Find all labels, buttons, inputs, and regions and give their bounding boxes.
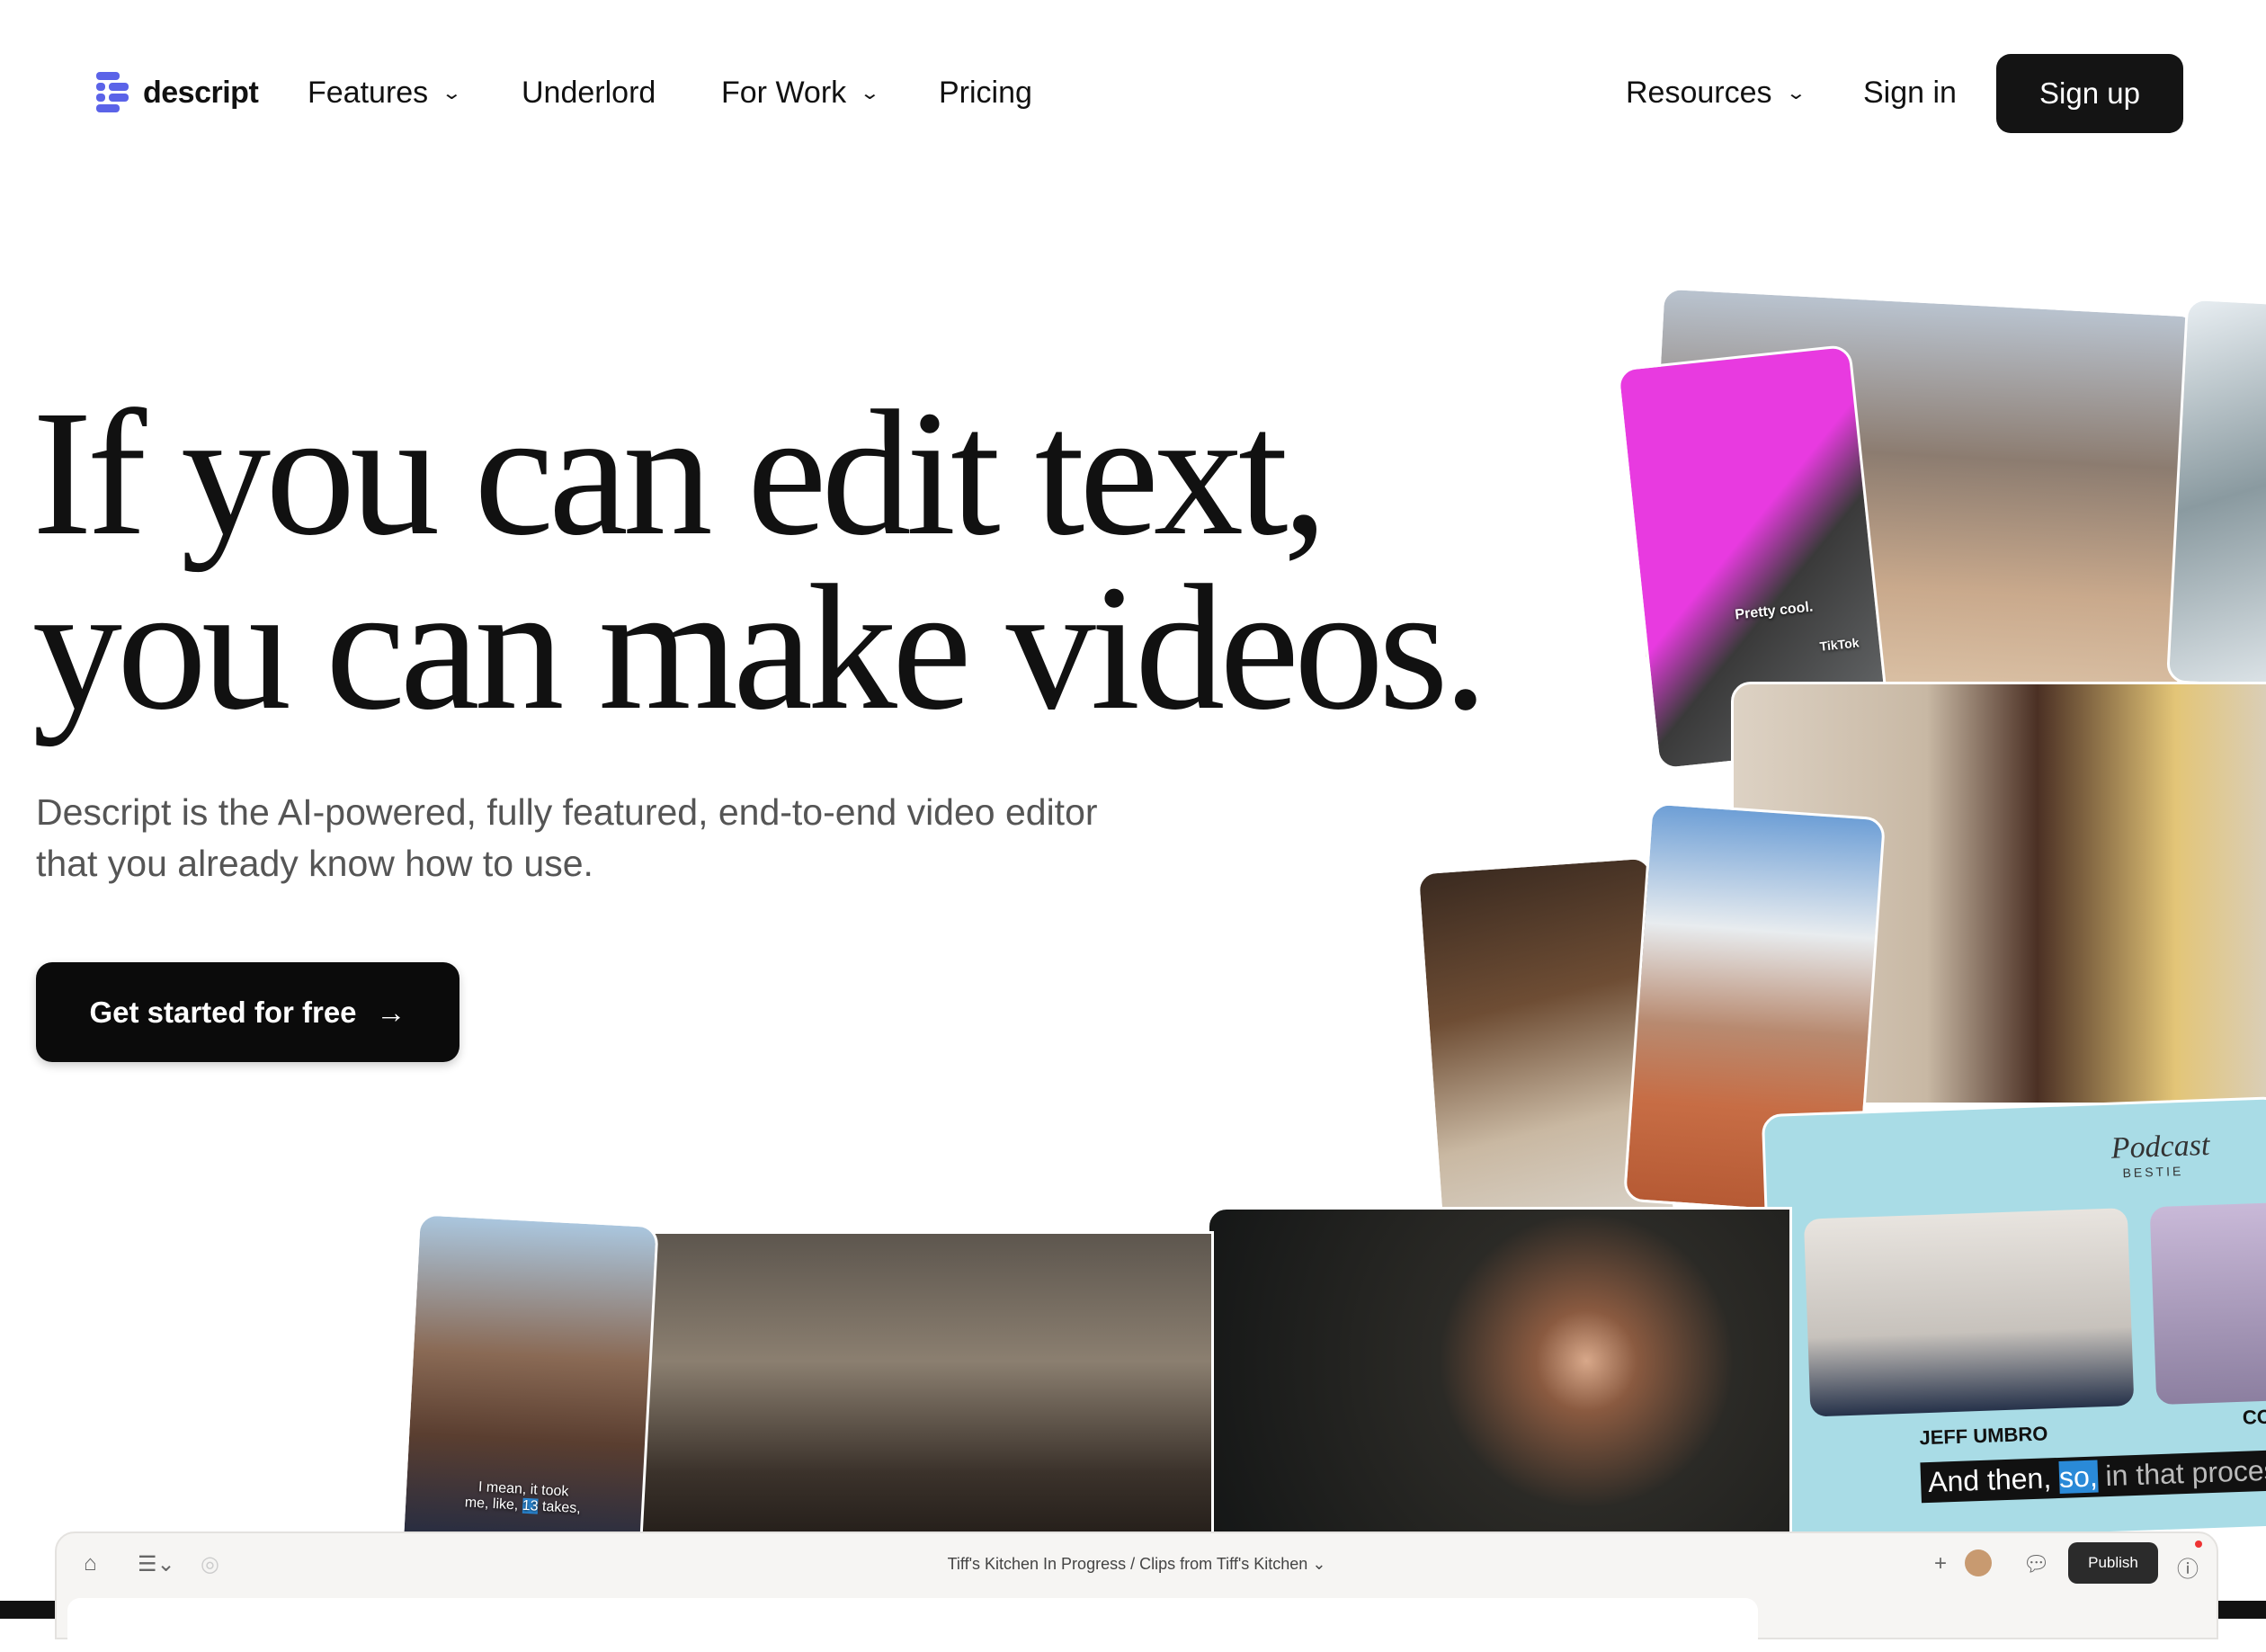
podcast-logo: Podcast — [2110, 1128, 2210, 1165]
nav-pricing[interactable]: Pricing — [939, 76, 1032, 111]
chevron-down-icon[interactable]: ⌄ — [1312, 1555, 1325, 1573]
notification-dot — [2195, 1540, 2202, 1548]
name-tag-2: CO — [2242, 1405, 2266, 1429]
crumb-project[interactable]: Tiff's Kitchen In Progress — [948, 1555, 1127, 1573]
selfie-caption: Pretty cool. — [1734, 599, 1815, 623]
nav-resources-label: Resources — [1626, 76, 1772, 110]
podcast-logo-sub: BESTIE — [2122, 1163, 2184, 1181]
guest-video — [2149, 1201, 2266, 1406]
chevron-down-icon: ⌄ — [441, 84, 463, 103]
publish-button[interactable]: Publish — [2068, 1542, 2158, 1584]
descript-logo[interactable]: descript — [96, 72, 259, 113]
editor-pane — [67, 1598, 1758, 1652]
crumb-composition[interactable]: Clips from Tiff's Kitchen — [1139, 1555, 1307, 1573]
podcast-bestie-photo: Podcast BESTIE JEFF UMBRO CO And then, s… — [1761, 1096, 2266, 1546]
top-nav: descript Features ⌄ Underlord For Work ⌄ P… — [0, 0, 2266, 189]
nav-resources[interactable]: Resources ⌄ — [1626, 76, 1807, 111]
takes-caption-3: takes, — [541, 1498, 582, 1517]
hero-subtitle: Descript is the AI-powered, fully featur… — [36, 787, 1205, 889]
nav-for-work[interactable]: For Work ⌄ — [721, 76, 881, 111]
nav-underlord-label: Underlord — [522, 76, 656, 110]
avatar[interactable] — [1965, 1549, 1992, 1576]
hero-headline: If you can edit text, you can make videos… — [32, 384, 1488, 738]
caption-highlight: so, — [2058, 1460, 2099, 1494]
nav-features-label: Features — [308, 76, 429, 110]
sign-in-link[interactable]: Sign in — [1863, 76, 1957, 111]
descript-logo-icon — [96, 72, 129, 113]
podcast-group-photo — [629, 1231, 1214, 1555]
get-started-button[interactable]: Get started for free → — [36, 962, 459, 1062]
subtitle-line-2: that you already know how to use. — [36, 843, 593, 884]
arrow-right-icon: → — [376, 995, 406, 1029]
headphones-photo — [1207, 1207, 1792, 1549]
nav-underlord[interactable]: Underlord — [522, 76, 656, 111]
sign-up-button[interactable]: Sign up — [1996, 54, 2183, 133]
breadcrumb: Tiff's Kitchen In Progress / Clips from … — [57, 1555, 2217, 1574]
caption-bar: And then, so, in that process — [1920, 1449, 2266, 1504]
add-collaborator-icon[interactable]: + — [1934, 1551, 1947, 1576]
takes-caption-2: me, like, — [464, 1495, 519, 1514]
brand-name: descript — [143, 75, 259, 110]
help-icon[interactable]: ⓘ — [2177, 1551, 2199, 1583]
headline-line-1: If you can edit text, — [32, 374, 1328, 573]
chevron-down-icon: ⌄ — [1785, 84, 1807, 103]
takes-caption: I mean, it took me, like, 13 takes, — [442, 1478, 605, 1518]
sign-in-label: Sign in — [1863, 76, 1957, 110]
comment-icon[interactable]: 💬︎ — [2023, 1551, 2050, 1577]
caption-text-a: And then, — [1927, 1461, 2052, 1499]
nav-features[interactable]: Features ⌄ — [308, 76, 463, 111]
nav-pricing-label: Pricing — [939, 76, 1032, 110]
cta-label: Get started for free — [89, 995, 357, 1029]
host-video — [1803, 1208, 2135, 1417]
nav-for-work-label: For Work — [721, 76, 847, 110]
chevron-down-icon: ⌄ — [859, 84, 881, 103]
name-tag: JEFF UMBRO — [1919, 1422, 2048, 1450]
caption-text-b: in that process — [2104, 1452, 2266, 1493]
crumb-separator: / — [1130, 1555, 1136, 1573]
takes-number: 13 — [522, 1497, 539, 1514]
headline-line-2: you can make videos. — [32, 549, 1488, 747]
subtitle-line-1: Descript is the AI-powered, fully featur… — [36, 791, 1098, 833]
editor-preview: ⌂ ☰⌄ ◎ Tiff's Kitchen In Progress / Clip… — [55, 1531, 2218, 1652]
tiktok-badge: TikTok — [1818, 635, 1860, 654]
glasses-guy-photo: I mean, it took me, like, 13 takes, — [400, 1212, 659, 1567]
